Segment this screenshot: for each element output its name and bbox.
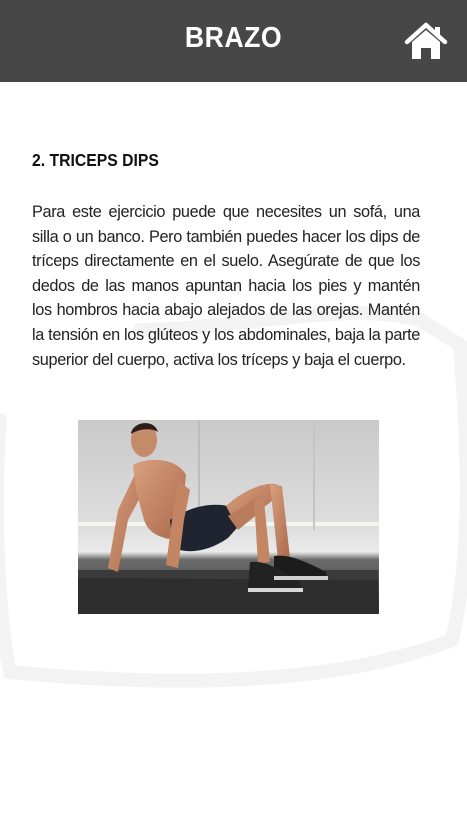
home-icon: [404, 22, 448, 59]
exercise-description: Para este ejercicio puede que necesites …: [32, 203, 420, 369]
exercise-content: 2. TRICEPS DIPS Para este ejercicio pued…: [32, 150, 420, 369]
exercise-illustration: [78, 420, 379, 614]
page-title: BRAZO: [184, 22, 283, 54]
home-button[interactable]: [404, 22, 448, 62]
exercise-title: 2. TRICEPS DIPS: [32, 150, 159, 170]
app-header: BRAZO: [0, 0, 467, 82]
background-decoration: [0, 306, 467, 688]
exercise-photo: [78, 420, 379, 614]
